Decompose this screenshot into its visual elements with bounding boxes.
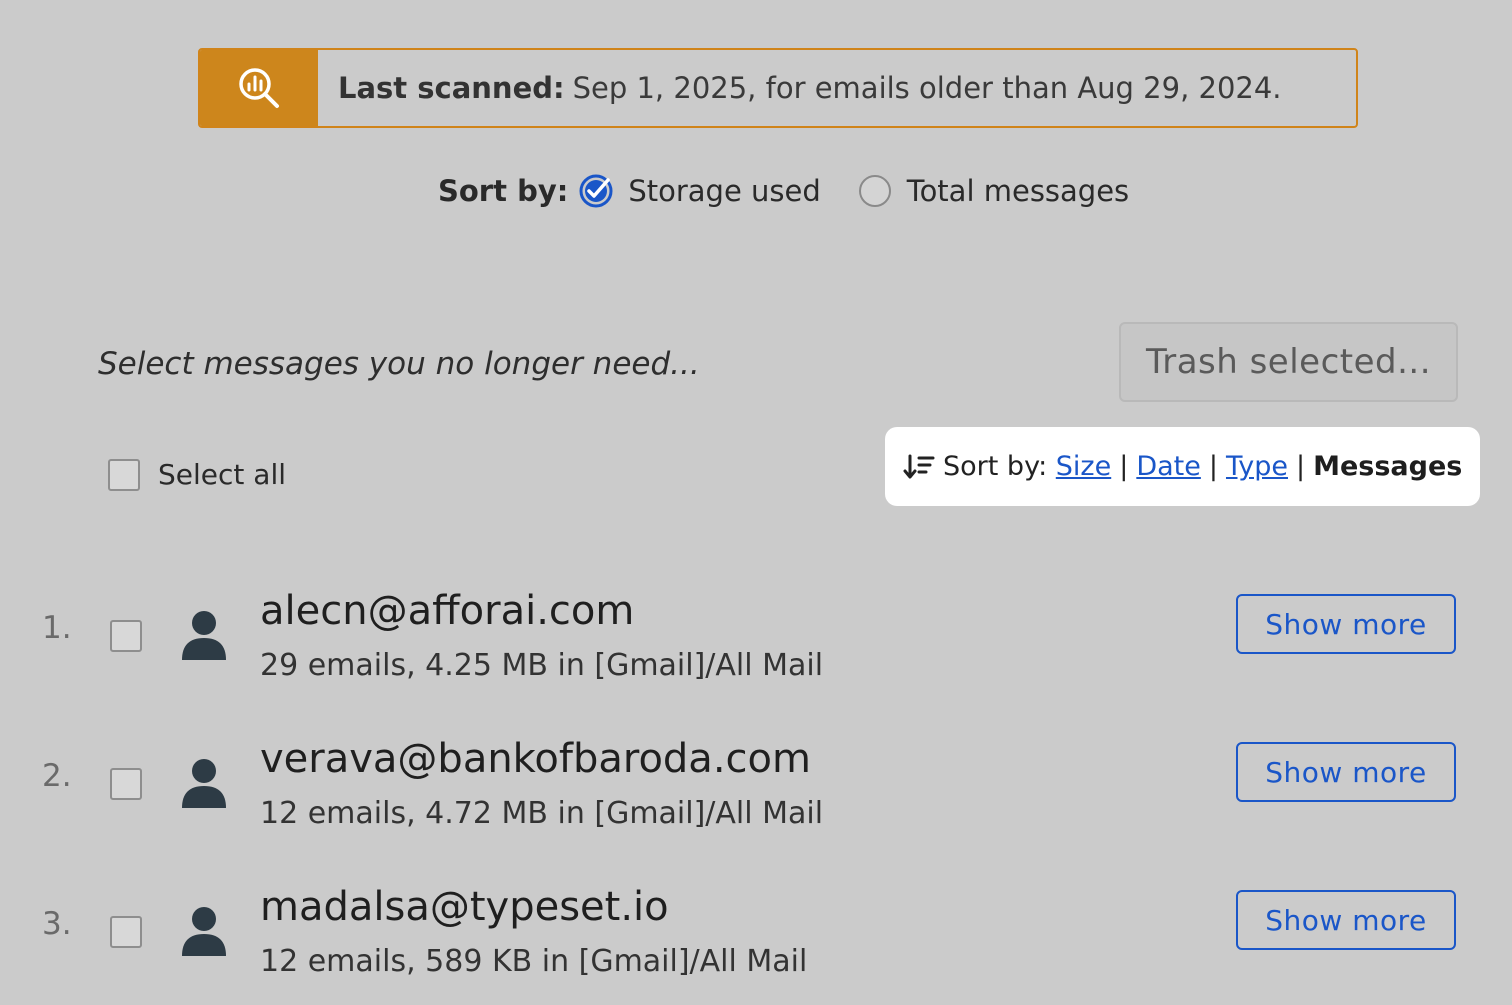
sort-option-storage-used[interactable]: Storage used bbox=[628, 174, 820, 208]
sort-separator: | bbox=[1119, 451, 1129, 482]
storage-sort-label: Sort by: bbox=[438, 174, 569, 208]
sender-email: alecn@afforai.com bbox=[260, 588, 635, 634]
banner-value: Sep 1, 2025, for emails older than Aug 2… bbox=[572, 71, 1282, 105]
row-number: 2. bbox=[42, 758, 72, 794]
show-more-button[interactable]: Show more bbox=[1236, 742, 1456, 802]
radio-checked-icon[interactable] bbox=[578, 173, 614, 209]
radio-unchecked-icon[interactable] bbox=[858, 175, 891, 207]
show-more-button[interactable]: Show more bbox=[1236, 890, 1456, 950]
sort-option-messages-active[interactable]: Messages bbox=[1313, 451, 1462, 482]
trash-selected-button[interactable]: Trash selected... bbox=[1119, 322, 1458, 402]
banner-text: Last scanned: Sep 1, 2025, for emails ol… bbox=[318, 50, 1356, 126]
banner-label: Last scanned: bbox=[338, 71, 565, 105]
row-checkbox[interactable] bbox=[110, 768, 142, 800]
person-icon bbox=[182, 759, 226, 808]
select-all-checkbox[interactable] bbox=[108, 458, 140, 491]
sender-email: verava@bankofbaroda.com bbox=[260, 736, 811, 782]
search-analytics-icon bbox=[239, 68, 279, 108]
list-sort-label: Sort by: bbox=[943, 451, 1048, 482]
sort-descending-icon bbox=[903, 454, 935, 478]
sender-email: madalsa@typeset.io bbox=[260, 884, 669, 930]
sender-meta: 12 emails, 589 KB in [Gmail]/All Mail bbox=[260, 944, 808, 979]
list-item: 3. madalsa@typeset.io 12 emails, 589 KB … bbox=[0, 884, 1512, 1005]
list-sort-control: Sort by: Size | Date | Type | Messages bbox=[885, 427, 1480, 506]
sort-separator: | bbox=[1208, 451, 1218, 482]
show-more-button[interactable]: Show more bbox=[1236, 594, 1456, 654]
sender-meta: 29 emails, 4.25 MB in [Gmail]/All Mail bbox=[260, 648, 824, 683]
row-checkbox[interactable] bbox=[110, 620, 142, 652]
row-number: 1. bbox=[42, 610, 72, 646]
select-all-label: Select all bbox=[158, 458, 286, 491]
list-item: 2. verava@bankofbaroda.com 12 emails, 4.… bbox=[0, 736, 1512, 864]
row-number: 3. bbox=[42, 906, 72, 942]
storage-sort-control: Sort by: Storage used Total messages bbox=[438, 168, 1129, 214]
sort-separator: | bbox=[1296, 451, 1306, 482]
sort-link-date[interactable]: Date bbox=[1136, 451, 1201, 482]
sort-option-total-messages[interactable]: Total messages bbox=[907, 174, 1129, 208]
sort-link-type[interactable]: Type bbox=[1226, 451, 1288, 482]
banner-icon-box bbox=[200, 50, 318, 126]
person-icon bbox=[182, 907, 226, 956]
list-item: 1. alecn@afforai.com 29 emails, 4.25 MB … bbox=[0, 588, 1512, 716]
scan-status-banner: Last scanned: Sep 1, 2025, for emails ol… bbox=[198, 48, 1358, 128]
row-checkbox[interactable] bbox=[110, 916, 142, 948]
page: Last scanned: Sep 1, 2025, for emails ol… bbox=[0, 0, 1512, 1005]
select-all-control[interactable]: Select all bbox=[108, 458, 286, 491]
sort-link-size[interactable]: Size bbox=[1056, 451, 1111, 482]
person-icon bbox=[182, 611, 226, 660]
instructions-text: Select messages you no longer need... bbox=[98, 346, 700, 382]
sender-meta: 12 emails, 4.72 MB in [Gmail]/All Mail bbox=[260, 796, 824, 831]
